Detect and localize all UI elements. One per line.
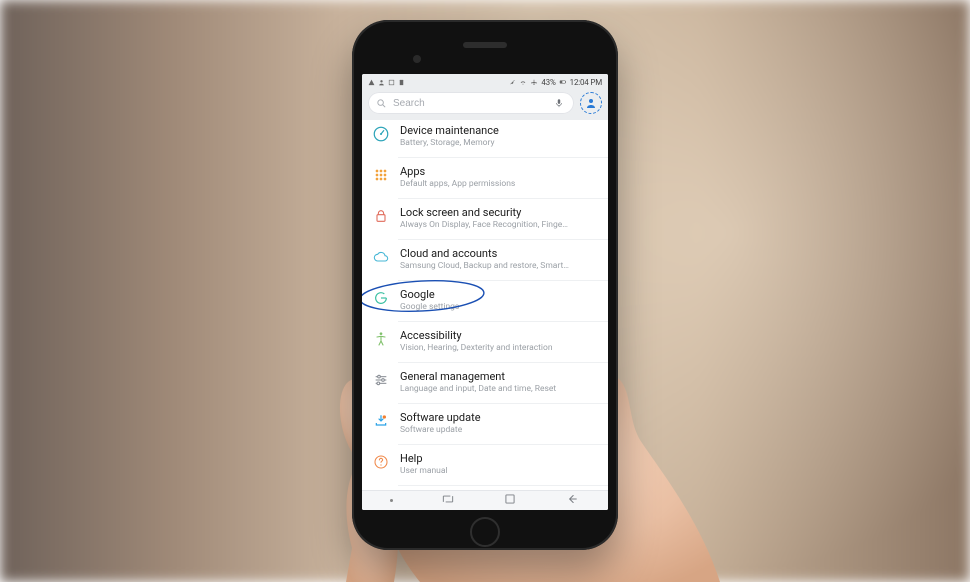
row-subtitle: Language and input, Date and time, Reset	[400, 384, 598, 395]
row-subtitle: Battery, Storage, Memory	[400, 138, 598, 149]
row-title: Device maintenance	[400, 124, 598, 137]
mute-icon	[508, 78, 516, 86]
search-icon	[376, 98, 387, 109]
nav-recents-button[interactable]	[440, 491, 456, 510]
sim-icon	[398, 79, 405, 86]
help-icon	[372, 453, 390, 471]
settings-item-lock-screen[interactable]: Lock screen and security Always On Displ…	[362, 198, 608, 239]
phone-frame: 43% 12:04 PM D	[352, 20, 618, 550]
search-input[interactable]	[393, 98, 546, 109]
lock-icon	[372, 207, 390, 225]
row-title: Apps	[400, 165, 598, 178]
cloud-icon	[372, 248, 390, 266]
settings-item-apps[interactable]: Apps Default apps, App permissions	[362, 157, 608, 198]
row-title: Accessibility	[400, 329, 598, 342]
android-nav-bar	[362, 490, 608, 510]
phone-home-button[interactable]	[470, 517, 500, 547]
grid-icon	[372, 166, 390, 184]
google-icon	[372, 289, 390, 307]
settings-item-software-update[interactable]: Software update Software update	[362, 403, 608, 444]
row-title: General management	[400, 370, 598, 383]
status-bar: 43% 12:04 PM	[362, 74, 608, 88]
warning-icon	[368, 79, 375, 86]
row-subtitle: Google settings	[400, 302, 598, 313]
row-title: Software update	[400, 411, 598, 424]
person-icon	[585, 97, 597, 109]
row-title: Cloud and accounts	[400, 247, 598, 260]
settings-item-general-management[interactable]: General management Language and input, D…	[362, 362, 608, 403]
search-row	[362, 88, 608, 120]
clock-text: 12:04 PM	[570, 78, 602, 87]
battery-icon	[559, 78, 567, 86]
row-title: Google	[400, 288, 598, 301]
nav-home-button[interactable]	[503, 491, 517, 510]
accessibility-icon	[372, 330, 390, 348]
settings-item-cloud-accounts[interactable]: Cloud and accounts Samsung Cloud, Backup…	[362, 239, 608, 280]
row-subtitle: Always On Display, Face Recognition, Fin…	[400, 220, 598, 231]
phone-front-camera	[413, 55, 421, 63]
row-subtitle: User manual	[400, 466, 598, 477]
row-title: Lock screen and security	[400, 206, 598, 219]
nav-back-button[interactable]	[564, 491, 580, 510]
gauge-icon	[372, 125, 390, 143]
row-subtitle: Default apps, App permissions	[400, 179, 598, 190]
wifi-icon	[519, 78, 527, 86]
profile-button[interactable]	[580, 92, 602, 114]
person-icon	[378, 79, 385, 86]
settings-item-help[interactable]: Help User manual	[362, 444, 608, 485]
mirror-icon	[388, 79, 395, 86]
row-subtitle: Vision, Hearing, Dexterity and interacti…	[400, 343, 598, 354]
settings-item-accessibility[interactable]: Accessibility Vision, Hearing, Dexterity…	[362, 321, 608, 362]
phone-speaker	[463, 42, 507, 48]
settings-item-device-maintenance[interactable]: Device maintenance Battery, Storage, Mem…	[362, 120, 608, 157]
search-field[interactable]	[368, 92, 574, 114]
update-icon	[372, 412, 390, 430]
nav-dot	[390, 499, 393, 502]
settings-list: Device maintenance Battery, Storage, Mem…	[362, 120, 608, 510]
row-title: Help	[400, 452, 598, 465]
voice-search-icon[interactable]	[552, 97, 566, 109]
sliders-icon	[372, 371, 390, 389]
battery-text: 43%	[541, 78, 555, 87]
phone-screen: 43% 12:04 PM D	[362, 74, 608, 510]
row-subtitle: Samsung Cloud, Backup and restore, Smart…	[400, 261, 598, 272]
airplane-icon	[530, 78, 538, 86]
row-subtitle: Software update	[400, 425, 598, 436]
settings-item-google[interactable]: Google Google settings	[362, 280, 608, 321]
